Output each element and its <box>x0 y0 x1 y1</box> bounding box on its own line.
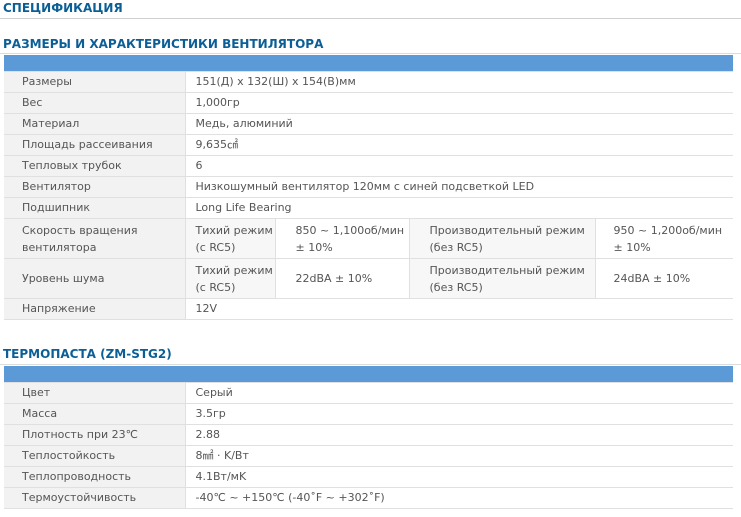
row-value: 4.1Вт/мK <box>185 466 733 488</box>
table-row-noise-level: Уровень шума Тихий режим (с RC5) 22dBA ±… <box>4 258 733 299</box>
fan-section-divider <box>0 53 741 54</box>
row-label: Плотность при 23℃ <box>4 424 186 446</box>
table-row: Вентилятор Низкошумный вентилятор 120мм … <box>4 176 733 198</box>
row-value: 6 <box>185 155 733 177</box>
row-label: Материал <box>4 113 186 135</box>
paste-spec-table: Цвет Серый Масса 3.5гр Плотность при 23℃… <box>4 366 733 509</box>
quiet-mode-label: Тихий режим (с RC5) <box>185 258 276 299</box>
row-label: Уровень шума <box>4 258 186 299</box>
table-row: Вес 1,000гр <box>4 92 733 114</box>
row-value: Серый <box>185 382 733 404</box>
row-label: Скорость вращения вентилятора <box>4 218 186 259</box>
row-label: Площадь рассеивания <box>4 134 186 156</box>
quiet-mode-value: 22dBA ± 10% <box>275 258 410 299</box>
paste-section-title: ТЕРМОПАСТА (ZM-STG2) <box>3 347 172 361</box>
paste-section-divider <box>0 364 741 365</box>
fan-spec-table: Размеры 151(Д) x 132(Ш) x 154(В)мм Вес 1… <box>4 55 733 320</box>
quiet-mode-value: 850 ~ 1,100об/мин ± 10% <box>275 218 410 259</box>
table-row: Теплопроводность 4.1Вт/мK <box>4 466 733 488</box>
table-row: Цвет Серый <box>4 382 733 404</box>
row-label: Теплопроводность <box>4 466 186 488</box>
table-row: Напряжение 12V <box>4 298 733 320</box>
row-value: 12V <box>185 298 733 320</box>
page-title: СПЕЦИФИКАЦИЯ <box>3 1 123 15</box>
row-label: Подшипник <box>4 197 186 219</box>
table-row: Материал Медь, алюминий <box>4 113 733 135</box>
row-value: 9,635㎠ <box>185 134 733 156</box>
row-label: Цвет <box>4 382 186 404</box>
performance-mode-value: 950 ~ 1,200об/мин ± 10% <box>595 218 733 259</box>
title-divider <box>0 18 741 19</box>
row-value: 8㎟ · K/Вт <box>185 445 733 467</box>
table-row: Подшипник Long Life Bearing <box>4 197 733 219</box>
row-value: 3.5гр <box>185 403 733 425</box>
row-label: Вес <box>4 92 186 114</box>
fan-section-title: РАЗМЕРЫ И ХАРАКТЕРИСТИКИ ВЕНТИЛЯТОРА <box>3 37 324 51</box>
row-label: Теплостойкость <box>4 445 186 467</box>
row-label: Термоустойчивость <box>4 487 186 509</box>
quiet-mode-label: Тихий режим (с RC5) <box>185 218 276 259</box>
table-row-fan-speed: Скорость вращения вентилятора Тихий режи… <box>4 218 733 259</box>
table-row: Размеры 151(Д) x 132(Ш) x 154(В)мм <box>4 71 733 93</box>
row-label: Тепловых трубок <box>4 155 186 177</box>
row-label: Напряжение <box>4 298 186 320</box>
row-label: Размеры <box>4 71 186 93</box>
performance-mode-value: 24dBA ± 10% <box>595 258 733 299</box>
row-value: Медь, алюминий <box>185 113 733 135</box>
performance-mode-label: Производительный режим (без RC5) <box>409 258 596 299</box>
performance-mode-label: Производительный режим (без RC5) <box>409 218 596 259</box>
table-row: Теплостойкость 8㎟ · K/Вт <box>4 445 733 467</box>
paste-table-header-bar <box>4 366 733 383</box>
table-row: Тепловых трубок 6 <box>4 155 733 177</box>
table-row: Плотность при 23℃ 2.88 <box>4 424 733 446</box>
row-value: 1,000гр <box>185 92 733 114</box>
row-label: Масса <box>4 403 186 425</box>
row-value: Низкошумный вентилятор 120мм с синей под… <box>185 176 733 198</box>
table-row: Масса 3.5гр <box>4 403 733 425</box>
row-value: Long Life Bearing <box>185 197 733 219</box>
table-row: Площадь рассеивания 9,635㎠ <box>4 134 733 156</box>
row-value: 151(Д) x 132(Ш) x 154(В)мм <box>185 71 733 93</box>
fan-table-header-bar <box>4 55 733 72</box>
row-label: Вентилятор <box>4 176 186 198</box>
table-row: Термоустойчивость -40℃ ~ +150℃ (-40˚F ~ … <box>4 487 733 509</box>
row-value: 2.88 <box>185 424 733 446</box>
row-value: -40℃ ~ +150℃ (-40˚F ~ +302˚F) <box>185 487 733 509</box>
